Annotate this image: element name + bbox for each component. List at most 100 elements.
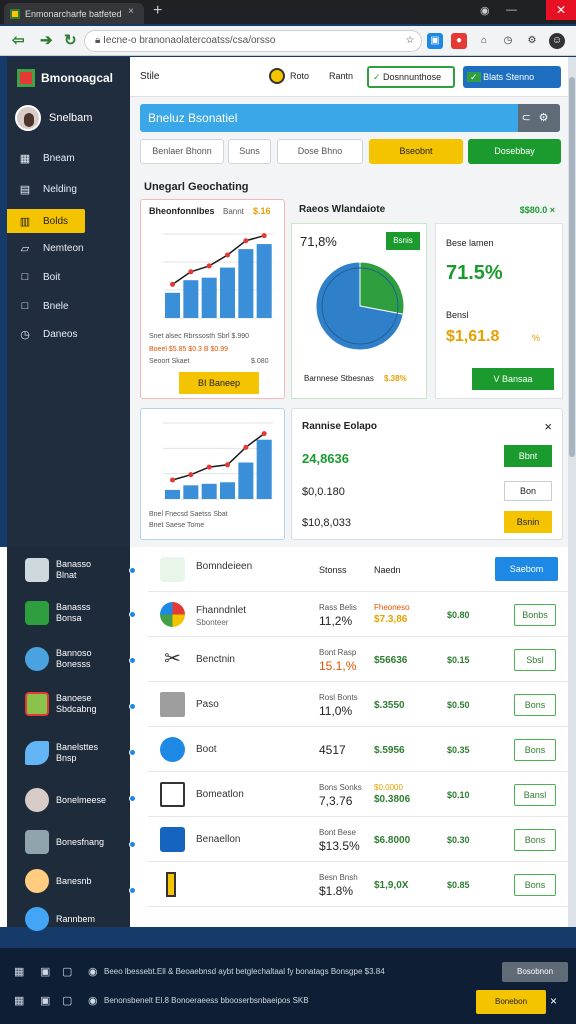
url-field[interactable]: 🔒︎ Iecne-o branonaolatercoatss/csa/orsso xyxy=(84,30,422,52)
summary-button-2[interactable]: Bon xyxy=(504,481,552,501)
sidebar-item-label: Bneam xyxy=(43,152,75,164)
top-bar: Stile Roto Rantn ✓ Dosnnunthose ✓ Blats … xyxy=(130,57,568,97)
profile-icon[interactable]: ◉ xyxy=(480,4,490,17)
new-tab-button[interactable]: + xyxy=(153,2,162,20)
pie-badge[interactable]: Bsnis xyxy=(386,232,420,250)
sidebar-item-2[interactable]: ▤ Nelding xyxy=(7,177,130,201)
row-button[interactable]: Bonbs xyxy=(514,604,556,626)
notification-button[interactable]: Bonebon xyxy=(476,990,546,1014)
green-action-button[interactable]: Dosebbay xyxy=(468,139,561,164)
badge-label: Bannt xyxy=(223,207,244,216)
left-list-item[interactable]: Bonesfnang xyxy=(25,830,104,854)
window-icon[interactable]: ▢ xyxy=(62,965,72,978)
forward-icon[interactable]: ➔ xyxy=(40,31,53,49)
status-dot xyxy=(129,703,136,710)
row-name: Benaellon xyxy=(196,834,241,845)
item-sub: Bonesss xyxy=(56,659,91,669)
row-button[interactable]: Bons xyxy=(514,739,556,761)
left-list-item[interactable]: Banelsttes Bnsp xyxy=(25,741,98,765)
image-icon[interactable]: ▣ xyxy=(40,994,50,1007)
table-row[interactable]: Bomeatlon Bons Sonks 7,3.76 $0,0000 $0.3… xyxy=(148,772,568,817)
brand[interactable]: Bmonoagcal xyxy=(17,69,113,87)
sidebar-item-7[interactable]: ◷ Daneos xyxy=(7,322,130,346)
reload-icon[interactable]: ↻ xyxy=(64,31,77,49)
row-col1-value: 15.1,% xyxy=(319,659,357,673)
settings-icon[interactable]: ⚙ xyxy=(524,33,540,49)
scrollbar-thumb[interactable] xyxy=(569,77,575,457)
chart-bar xyxy=(220,482,236,499)
filter-button-3[interactable]: Dose Bhno xyxy=(277,139,363,164)
filter-field[interactable]: ✓ Dosnnunthose xyxy=(367,66,455,88)
minimize-icon[interactable]: — xyxy=(506,4,517,16)
summary-title: Rannise Eolapo xyxy=(302,421,378,432)
globe-icon xyxy=(25,907,49,931)
table-row[interactable]: ✂ Benctnin Bont Rasp 15.1,% $56636 $0.15… xyxy=(148,637,568,682)
sidebar-item-5[interactable]: □ Boit xyxy=(7,265,130,289)
item-sub: Sbdcabng xyxy=(56,704,97,714)
favicon-icon xyxy=(10,8,20,19)
browser-tab[interactable]: Enmonarcharfe batfeted xyxy=(4,3,144,24)
header-col-2: Naedn xyxy=(374,565,401,575)
topbar-item-roto[interactable]: Roto xyxy=(290,71,309,81)
sidebar-item-1[interactable]: ▦ Bneam xyxy=(7,146,130,170)
window-close-icon[interactable]: ✕ xyxy=(546,0,576,20)
sidebar-item-4[interactable]: ▱ Nemteon xyxy=(7,236,130,260)
close-icon[interactable]: × xyxy=(550,994,557,1008)
extension-icon[interactable]: ● xyxy=(451,33,467,49)
row-button[interactable]: Sbsl xyxy=(514,649,556,671)
yellow-action-button[interactable]: Bseobnt xyxy=(369,139,463,164)
close-icon[interactable]: × xyxy=(544,419,552,434)
history-icon[interactable]: ◷ xyxy=(500,33,516,49)
summary-button-1[interactable]: Bbnt xyxy=(504,445,552,467)
image-icon[interactable]: ▣ xyxy=(40,965,50,978)
trend-point xyxy=(261,233,267,239)
gear-icon[interactable]: ⚙ xyxy=(539,112,557,124)
notification-button[interactable]: Bosobnon xyxy=(502,962,568,982)
avatar-icon[interactable]: ☺ xyxy=(549,33,565,49)
left-list-item[interactable]: Bannoso Bonesss xyxy=(25,647,92,671)
left-list-item[interactable]: Rannbem xyxy=(25,907,95,931)
left-list-item[interactable]: Banasss Bonsa xyxy=(25,601,91,625)
chart-bar xyxy=(256,244,272,318)
battery-icon xyxy=(166,872,176,897)
row-button[interactable]: Bons xyxy=(514,694,556,716)
filter-button-2[interactable]: Suns xyxy=(228,139,271,164)
left-list-item[interactable]: Banoese Sbdcabng xyxy=(25,692,97,716)
table-row[interactable]: Paso Rosl Bonts 11,0% $.3550 $0.50 Bons xyxy=(148,682,568,727)
summary-button-3[interactable]: Bsnin xyxy=(504,511,552,533)
left-list-item[interactable]: Banesnb xyxy=(25,869,92,893)
briefcase-icon[interactable]: ⌂ xyxy=(476,33,492,49)
row-button[interactable]: Bons xyxy=(514,829,556,851)
left-list-item[interactable]: Bonelmeese xyxy=(25,788,106,812)
header-action-button[interactable]: Saebom xyxy=(495,557,558,581)
left-list-item[interactable]: Banasso Blnat xyxy=(25,558,91,582)
card1-button[interactable]: BI Baneep xyxy=(179,372,259,394)
table-row[interactable]: Boot 4517 $.5956 $0.35 Bons xyxy=(148,727,568,772)
search-icon[interactable]: ⊂ xyxy=(521,112,538,124)
grid-icon[interactable]: ▦ xyxy=(14,994,24,1007)
scrollbar[interactable] xyxy=(568,57,576,927)
user-profile[interactable]: Snelbam xyxy=(15,105,92,131)
table-row[interactable]: Fhanndnlet Sbonteer Rass Belis 11,2% Fhe… xyxy=(148,592,568,637)
table-row[interactable]: Benaellon Bont Bese $13.5% $6.8000 $0.30… xyxy=(148,817,568,862)
table-row[interactable]: Besn Bnsh $1.8% $1,9,0X $0.85 Bons xyxy=(148,862,568,907)
window-icon[interactable]: ▢ xyxy=(62,994,72,1007)
grid-icon[interactable]: ▦ xyxy=(14,965,24,978)
kpi-button[interactable]: V Bansaa xyxy=(472,368,554,390)
filter-button-1[interactable]: Benlaer Bhonn xyxy=(140,139,224,164)
primary-button[interactable]: ✓ Blats Stenno xyxy=(463,66,561,88)
square-icon: □ xyxy=(21,271,29,283)
check-icon: ✓ xyxy=(467,72,481,82)
back-icon[interactable]: ⇦ xyxy=(12,31,25,49)
sidebar-item-6[interactable]: □ Bnele xyxy=(7,294,130,318)
banner-actions[interactable]: ⊂⚙ xyxy=(518,104,560,132)
bookmark-star-icon[interactable]: ☆ xyxy=(402,33,418,49)
chart-bar xyxy=(256,439,272,499)
topbar-item-rantn[interactable]: Rantn xyxy=(329,71,353,81)
row-button[interactable]: Bansl xyxy=(514,784,556,806)
extension-icon[interactable]: ▣ xyxy=(427,33,443,49)
status-dot xyxy=(129,567,136,574)
row-button[interactable]: Bons xyxy=(514,874,556,896)
tab-close-icon[interactable]: × xyxy=(128,6,134,17)
sidebar-item-3[interactable]: ▥ Bolds xyxy=(7,209,85,233)
